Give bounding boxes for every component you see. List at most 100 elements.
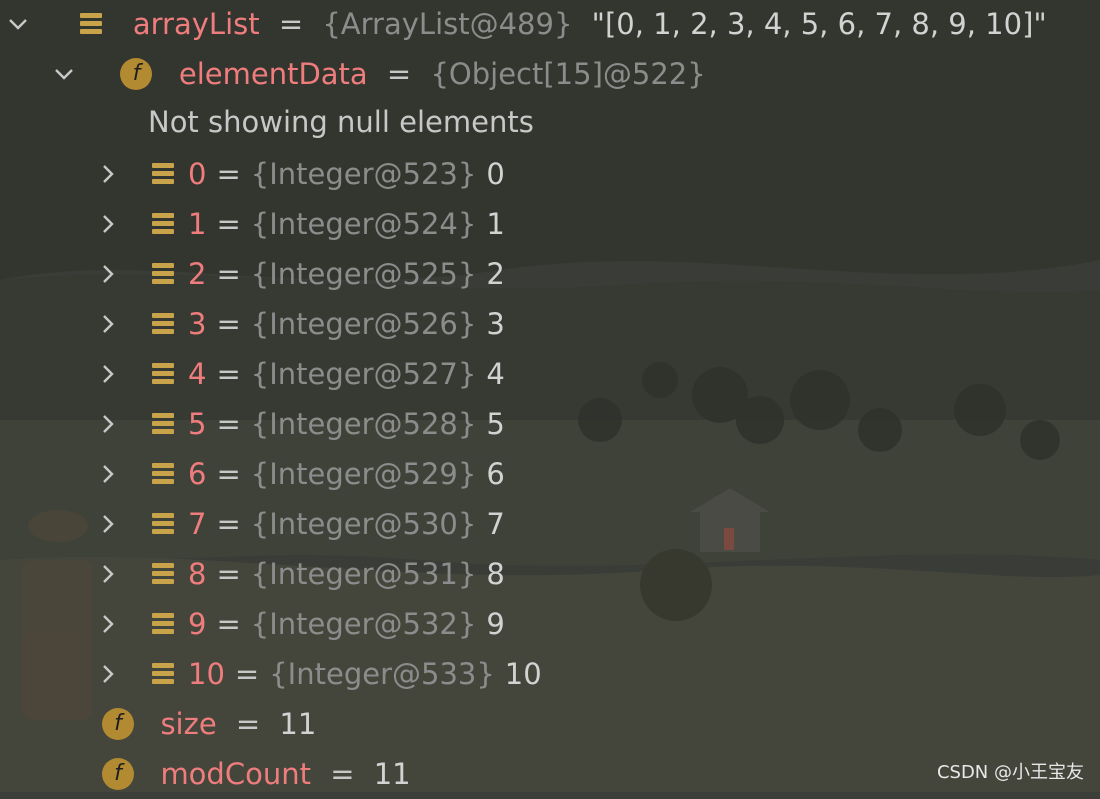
element-value: 4: [486, 357, 505, 391]
element-type: {Integer@531}: [250, 557, 477, 591]
field-icon: f: [120, 58, 153, 90]
tree-row-element[interactable]: 2 = {Integer@525} 2: [96, 247, 505, 297]
element-index: 5: [188, 407, 207, 441]
element-type: {Integer@532}: [250, 607, 477, 641]
tree-row-element[interactable]: 8 = {Integer@531} 8: [96, 547, 505, 597]
list-icon: [150, 411, 176, 437]
element-type: {Integer@528}: [250, 407, 477, 441]
tree-row-element[interactable]: 0 = {Integer@523} 0: [96, 147, 505, 197]
chevron-right-icon[interactable]: [96, 262, 120, 286]
variable-value: 11: [373, 757, 411, 791]
debugger-variables-tree: arrayList = {ArrayList@489} "[0, 1, 2, 3…: [0, 0, 1100, 792]
element-type: {Integer@526}: [250, 307, 477, 341]
equals-sign: =: [278, 7, 304, 41]
chevron-right-icon[interactable]: [96, 562, 120, 586]
equals-sign: =: [216, 307, 241, 341]
element-type: {Integer@530}: [250, 507, 477, 541]
tree-row-element[interactable]: 3 = {Integer@526} 3: [96, 297, 505, 347]
variable-name: elementData: [178, 57, 368, 91]
element-value: 8: [486, 557, 505, 591]
element-index: 8: [188, 557, 207, 591]
equals-sign: =: [386, 57, 412, 91]
chevron-right-icon[interactable]: [96, 362, 120, 386]
list-icon: [150, 261, 176, 287]
element-type: {Integer@525}: [250, 257, 477, 291]
chevron-right-icon[interactable]: [96, 412, 120, 436]
tree-row-element[interactable]: 4 = {Integer@527} 4: [96, 347, 505, 397]
list-icon: [78, 11, 104, 37]
element-index: 6: [188, 457, 207, 491]
element-index: 1: [188, 207, 207, 241]
variable-value: 11: [279, 707, 317, 741]
variable-name: arrayList: [132, 7, 260, 41]
list-icon: [150, 211, 176, 237]
equals-sign: =: [216, 257, 241, 291]
equals-sign: =: [234, 657, 260, 691]
element-value: 9: [486, 607, 505, 641]
equals-sign: =: [235, 707, 261, 741]
variable-type: {Object[15]@522}: [430, 57, 706, 91]
list-icon: [150, 511, 176, 537]
variable-name: modCount: [160, 757, 311, 791]
tree-row-size[interactable]: f size = 11: [102, 697, 316, 747]
element-value: 0: [486, 157, 505, 191]
chevron-right-icon[interactable]: [96, 462, 120, 486]
list-icon: [150, 461, 176, 487]
equals-sign: =: [216, 207, 241, 241]
element-index: 7: [188, 507, 207, 541]
variable-type: {ArrayList@489}: [322, 7, 573, 41]
field-icon: f: [102, 708, 134, 740]
element-type: {Integer@527}: [250, 357, 477, 391]
chevron-right-icon[interactable]: [96, 662, 120, 686]
tree-row-element[interactable]: 6 = {Integer@529} 6: [96, 447, 505, 497]
tree-row-element[interactable]: 5 = {Integer@528} 5: [96, 397, 505, 447]
chevron-down-icon[interactable]: [52, 62, 76, 86]
equals-sign: =: [216, 507, 241, 541]
chevron-right-icon[interactable]: [96, 162, 120, 186]
equals-sign: =: [216, 157, 241, 191]
element-index: 3: [188, 307, 207, 341]
equals-sign: =: [330, 757, 355, 791]
element-index: 9: [188, 607, 207, 641]
tree-row-element[interactable]: 10 = {Integer@533} 10: [96, 647, 542, 697]
element-value: 6: [486, 457, 505, 491]
null-elements-note: Not showing null elements: [148, 105, 534, 139]
chevron-right-icon[interactable]: [96, 512, 120, 536]
tree-row-element[interactable]: 9 = {Integer@532} 9: [96, 597, 505, 647]
list-icon: [150, 561, 176, 587]
chevron-right-icon[interactable]: [96, 312, 120, 336]
list-icon: [150, 361, 176, 387]
element-index: 4: [188, 357, 207, 391]
element-type: {Integer@524}: [250, 207, 477, 241]
element-value: 10: [504, 657, 542, 691]
list-icon: [150, 611, 176, 637]
element-type: {Integer@533}: [269, 657, 495, 691]
equals-sign: =: [216, 557, 241, 591]
tree-row-element[interactable]: 1 = {Integer@524} 1: [96, 197, 505, 247]
equals-sign: =: [216, 457, 241, 491]
field-icon: f: [102, 758, 134, 790]
chevron-down-icon[interactable]: [6, 12, 30, 36]
list-icon: [150, 311, 176, 337]
watermark: CSDN @小王宝友: [936, 762, 1084, 783]
element-value: 5: [486, 407, 505, 441]
equals-sign: =: [216, 607, 241, 641]
tree-row-arraylist[interactable]: arrayList = {ArrayList@489} "[0, 1, 2, 3…: [6, 0, 1047, 47]
element-value: 2: [486, 257, 505, 291]
tree-row-elementdata[interactable]: f elementData = {Object[15]@522}: [52, 47, 716, 97]
element-index: 2: [188, 257, 207, 291]
tree-row-element[interactable]: 7 = {Integer@530} 7: [96, 497, 505, 547]
element-index: 10: [188, 657, 225, 691]
element-index: 0: [188, 157, 207, 191]
tree-row-modcount[interactable]: f modCount = 11: [102, 747, 411, 797]
element-value: 3: [486, 307, 505, 341]
list-icon: [150, 161, 176, 187]
equals-sign: =: [216, 407, 241, 441]
chevron-right-icon[interactable]: [96, 212, 120, 236]
element-type: {Integer@523}: [250, 157, 477, 191]
variable-value: "[0, 1, 2, 3, 4, 5, 6, 7, 8, 9, 10]": [591, 7, 1047, 41]
variable-name: size: [160, 707, 217, 741]
element-value: 1: [486, 207, 505, 241]
element-type: {Integer@529}: [250, 457, 477, 491]
chevron-right-icon[interactable]: [96, 612, 120, 636]
